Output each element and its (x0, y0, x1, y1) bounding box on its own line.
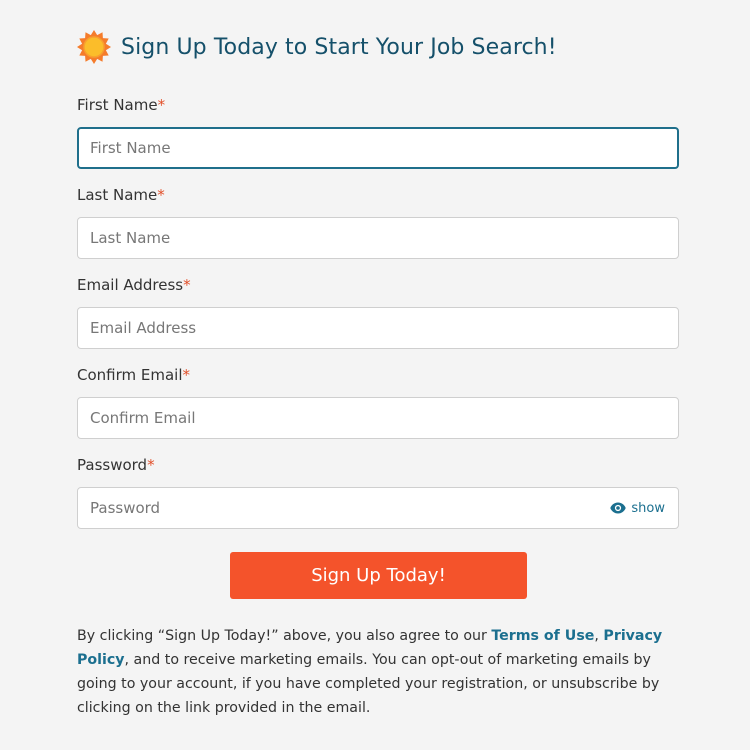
required-asterisk: * (157, 186, 165, 204)
signup-page: Sign Up Today to Start Your Job Search! … (0, 0, 750, 750)
eye-icon (610, 502, 627, 514)
legal-text-body: , and to receive marketing emails. You c… (77, 652, 660, 716)
confirm-email-field: Confirm Email* (77, 365, 679, 439)
confirm-email-input[interactable] (77, 397, 679, 439)
last-name-field: Last Name* (77, 185, 679, 259)
page-header: Sign Up Today to Start Your Job Search! (77, 30, 557, 64)
legal-disclaimer: By clicking “Sign Up Today!” above, you … (77, 624, 677, 720)
password-label: Password* (77, 455, 679, 475)
required-asterisk: * (157, 96, 166, 114)
first-name-input[interactable] (77, 127, 679, 169)
first-name-label: First Name* (77, 95, 679, 115)
first-name-field: First Name* (77, 95, 679, 169)
email-field: Email Address* (77, 275, 679, 349)
sign-up-button[interactable]: Sign Up Today! (230, 552, 527, 599)
sun-icon (77, 30, 111, 64)
confirm-email-label-text: Confirm Email (77, 366, 183, 384)
show-password-label: show (631, 500, 665, 516)
last-name-input[interactable] (77, 217, 679, 259)
legal-text-intro: By clicking “Sign Up Today!” above, you … (77, 628, 492, 644)
last-name-label-text: Last Name (77, 186, 158, 204)
confirm-email-label: Confirm Email* (77, 365, 679, 385)
password-field: Password* show (77, 455, 679, 529)
page-title: Sign Up Today to Start Your Job Search! (121, 34, 557, 60)
show-password-toggle[interactable]: show (610, 487, 665, 529)
email-label-text: Email Address (77, 276, 184, 294)
password-label-text: Password (77, 456, 148, 474)
email-label: Email Address* (77, 275, 679, 295)
password-input[interactable] (77, 487, 679, 529)
last-name-label: Last Name* (77, 185, 679, 205)
email-input[interactable] (77, 307, 679, 349)
required-asterisk: * (147, 456, 155, 474)
required-asterisk: * (183, 276, 191, 294)
first-name-label-text: First Name (77, 96, 158, 114)
required-asterisk: * (182, 366, 191, 384)
terms-of-use-link[interactable]: Terms of Use (491, 628, 594, 644)
